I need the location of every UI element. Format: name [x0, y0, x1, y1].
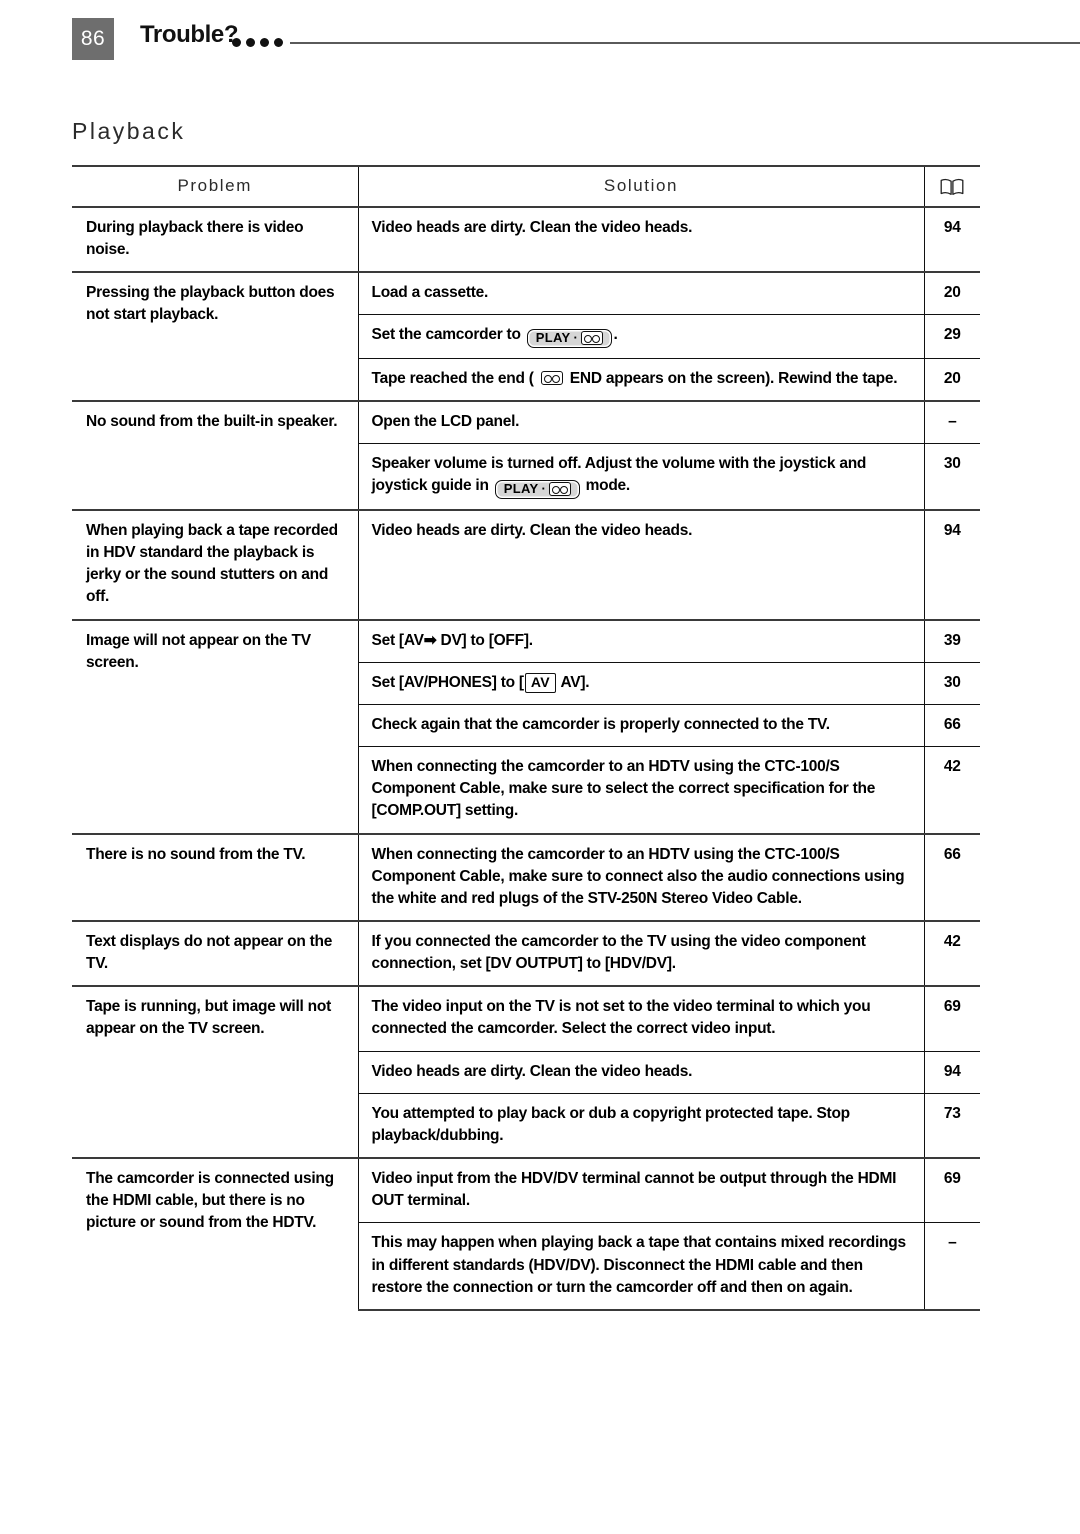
- page-reference-cell: 42: [924, 919, 980, 987]
- table-body: During playback there is video noise. Vid…: [72, 205, 980, 1311]
- page-reference-cell: 30: [924, 661, 980, 705]
- tape-cassette-icon: [548, 481, 571, 496]
- play-mode-button-graphic: PLAY ·: [526, 328, 612, 348]
- column-header-page-ref: [923, 165, 980, 208]
- problem-cell: Text displays do not appear on the TV.: [72, 919, 359, 987]
- av-terminal-icon: AV: [524, 672, 557, 694]
- solution-cell: Set the camcorder to PLAY ·.: [358, 314, 925, 359]
- page-reference-cell: 66: [924, 703, 980, 747]
- tape-cassette-icon: [580, 330, 603, 345]
- page-reference-cell: 66: [924, 832, 980, 921]
- solution-cell: You attempted to play back or dub a copy…: [358, 1092, 925, 1159]
- page-reference-cell: 20: [924, 271, 980, 315]
- problem-cell: The camcorder is connected using the HDM…: [72, 1157, 359, 1310]
- problem-cell: Image will not appear on the TV screen.: [72, 618, 359, 834]
- table-row: During playback there is video noise. Vid…: [72, 205, 980, 273]
- tape-cassette-icon: [540, 370, 563, 385]
- header-dot-icon: [232, 38, 241, 47]
- header-dot-icon: [274, 38, 283, 47]
- solution-cell: Open the LCD panel.: [358, 400, 925, 444]
- table-row: Pressing the playback button does not st…: [72, 271, 980, 402]
- play-mode-button-graphic: PLAY ·: [494, 479, 580, 499]
- solution-cell: Load a cassette.: [358, 271, 925, 315]
- page-reference-cell: 94: [924, 508, 980, 620]
- table-row: Text displays do not appear on the TV. If…: [72, 919, 980, 987]
- solution-cell: Set [AV➡ DV] to [OFF].: [358, 618, 925, 663]
- problem-cell: Tape is running, but image will not appe…: [72, 985, 359, 1159]
- solution-cell: This may happen when playing back a tape…: [358, 1222, 925, 1311]
- page-reference-cell: 94: [924, 205, 980, 273]
- chapter-title: Trouble?: [140, 21, 239, 48]
- solution-cell: When connecting the camcorder to an HDTV…: [358, 832, 925, 921]
- page-reference-cell: 73: [924, 1092, 980, 1159]
- page-reference-cell: –: [924, 400, 980, 444]
- problem-cell: There is no sound from the TV.: [72, 832, 359, 921]
- page-reference-cell: 30: [924, 443, 980, 510]
- open-book-icon: [940, 178, 964, 196]
- problem-cell: Pressing the playback button does not st…: [72, 271, 359, 402]
- page-reference-cell: 29: [924, 314, 980, 359]
- header-dots-decoration: [232, 38, 283, 47]
- troubleshooting-table: Problem Solution During playback there i…: [72, 165, 980, 1311]
- table-row: When playing back a tape recorded in HDV…: [72, 508, 980, 620]
- column-header-solution: Solution: [357, 165, 924, 208]
- table-header-row: Problem Solution: [72, 165, 980, 208]
- page-header: 86 Trouble?: [0, 0, 1080, 90]
- solution-cell: When connecting the camcorder to an HDTV…: [358, 746, 925, 834]
- header-dot-icon: [246, 38, 255, 47]
- table-row: The camcorder is connected using the HDM…: [72, 1157, 980, 1310]
- middot: ·: [541, 481, 546, 497]
- solution-cell: Tape reached the end ( END appears on th…: [358, 357, 925, 402]
- solution-cell: Set [AV/PHONES] to [AV AV].: [358, 661, 925, 705]
- middot: ·: [573, 330, 578, 346]
- play-label: PLAY: [503, 481, 539, 497]
- solution-cell: Video input from the HDV/DV terminal can…: [358, 1157, 925, 1223]
- solution-cell: Video heads are dirty. Clean the video h…: [358, 1050, 925, 1094]
- page-reference-cell: 94: [924, 1050, 980, 1094]
- page-number: 86: [80, 27, 106, 50]
- problem-cell: During playback there is video noise.: [72, 205, 359, 273]
- header-dot-icon: [260, 38, 269, 47]
- column-header-problem: Problem: [72, 165, 358, 208]
- problem-cell: No sound from the built-in speaker.: [72, 400, 359, 510]
- page-reference-cell: –: [924, 1222, 980, 1311]
- section-title: Playback: [72, 118, 186, 144]
- table-row: Image will not appear on the TV screen. S…: [72, 618, 980, 834]
- solution-cell: If you connected the camcorder to the TV…: [358, 919, 925, 987]
- problem-cell: When playing back a tape recorded in HDV…: [72, 508, 359, 620]
- page-number-box: 86: [72, 18, 114, 60]
- table-header: Problem Solution: [72, 165, 980, 208]
- table-row: There is no sound from the TV. When conne…: [72, 832, 980, 921]
- page-reference-cell: 69: [924, 1157, 980, 1223]
- play-label: PLAY: [535, 330, 571, 346]
- table-row: No sound from the built-in speaker. Open …: [72, 400, 980, 510]
- solution-cell: Check again that the camcorder is proper…: [358, 703, 925, 747]
- table-row: Tape is running, but image will not appe…: [72, 985, 980, 1159]
- page-reference-cell: 42: [924, 746, 980, 834]
- page-reference-cell: 69: [924, 985, 980, 1052]
- solution-cell: The video input on the TV is not set to …: [358, 985, 925, 1052]
- solution-cell: Video heads are dirty. Clean the video h…: [358, 508, 925, 620]
- solution-cell: Video heads are dirty. Clean the video h…: [358, 205, 925, 273]
- header-rule: [290, 42, 1080, 44]
- page-reference-cell: 20: [924, 357, 980, 402]
- page-reference-cell: 39: [924, 618, 980, 663]
- solution-cell: Speaker volume is turned off. Adjust the…: [358, 443, 925, 510]
- troubleshooting-table-wrapper: Problem Solution During playback there i…: [72, 165, 980, 1311]
